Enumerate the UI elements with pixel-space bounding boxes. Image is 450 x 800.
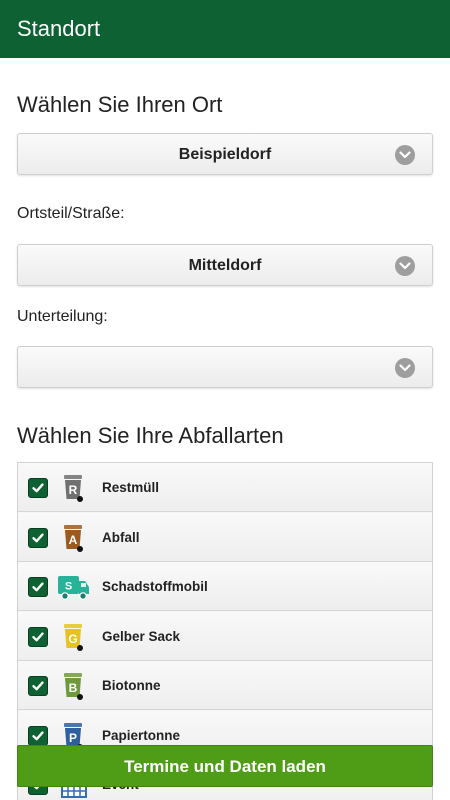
waste-type-checkbox[interactable] — [28, 577, 48, 597]
svg-text:B: B — [69, 681, 78, 695]
svg-text:A: A — [69, 533, 78, 547]
waste-type-label: Papiertonne — [102, 728, 181, 743]
waste-type-row[interactable]: S Schadstoffmobil — [18, 562, 432, 611]
waste-type-checkbox[interactable] — [28, 528, 48, 548]
svg-text:S: S — [65, 581, 72, 593]
biotonne-bin-icon: B — [62, 672, 86, 700]
chevron-down-icon — [395, 145, 415, 165]
ort-select-value: Beispieldorf — [178, 146, 272, 163]
ortsteil-label: Ortsteil/Straße: — [17, 205, 125, 222]
waste-type-checkbox[interactable] — [28, 478, 48, 498]
waste-type-checkbox[interactable] — [28, 726, 48, 746]
svg-text:G: G — [68, 632, 77, 646]
unterteilung-select[interactable] — [17, 346, 433, 388]
unterteilung-label: Unterteilung: — [17, 308, 108, 325]
waste-type-row[interactable]: A Abfall — [18, 513, 432, 562]
waste-type-label: Biotonne — [102, 678, 161, 693]
restmuell-bin-icon: R — [62, 474, 86, 502]
chevron-down-icon — [395, 256, 415, 276]
chevron-down-icon — [395, 358, 415, 378]
waste-type-label: Schadstoffmobil — [102, 579, 208, 594]
waste-type-checkbox[interactable] — [28, 676, 48, 696]
truck-icon: S — [58, 573, 89, 601]
load-dates-button[interactable]: Termine und Daten laden — [17, 745, 433, 787]
waste-type-label: Gelber Sack — [102, 629, 181, 644]
load-dates-button-label: Termine und Daten laden — [124, 757, 326, 776]
waste-type-label: Abfall — [102, 530, 140, 545]
page-title: Standort — [17, 16, 101, 41]
ortsteil-select[interactable]: Mitteldorf — [17, 244, 433, 286]
waste-heading: Wählen Sie Ihre Abfallarten — [17, 423, 284, 448]
waste-type-checkbox[interactable] — [28, 627, 48, 647]
svg-text:P: P — [69, 731, 77, 745]
abfall-bin-icon: A — [62, 524, 86, 552]
waste-type-label: Restmüll — [102, 480, 160, 495]
waste-type-row[interactable]: R Restmüll — [18, 463, 432, 512]
waste-type-row[interactable]: G Gelber Sack — [18, 612, 432, 661]
app-bar: Standort — [0, 0, 450, 58]
ortsteil-select-value: Mitteldorf — [188, 257, 262, 274]
waste-type-row[interactable]: B Biotonne — [18, 661, 432, 710]
location-heading: Wählen Sie Ihren Ort — [17, 92, 223, 117]
svg-text:R: R — [69, 483, 78, 497]
gelber-sack-bin-icon: G — [62, 623, 86, 651]
ort-select[interactable]: Beispieldorf — [17, 133, 433, 175]
